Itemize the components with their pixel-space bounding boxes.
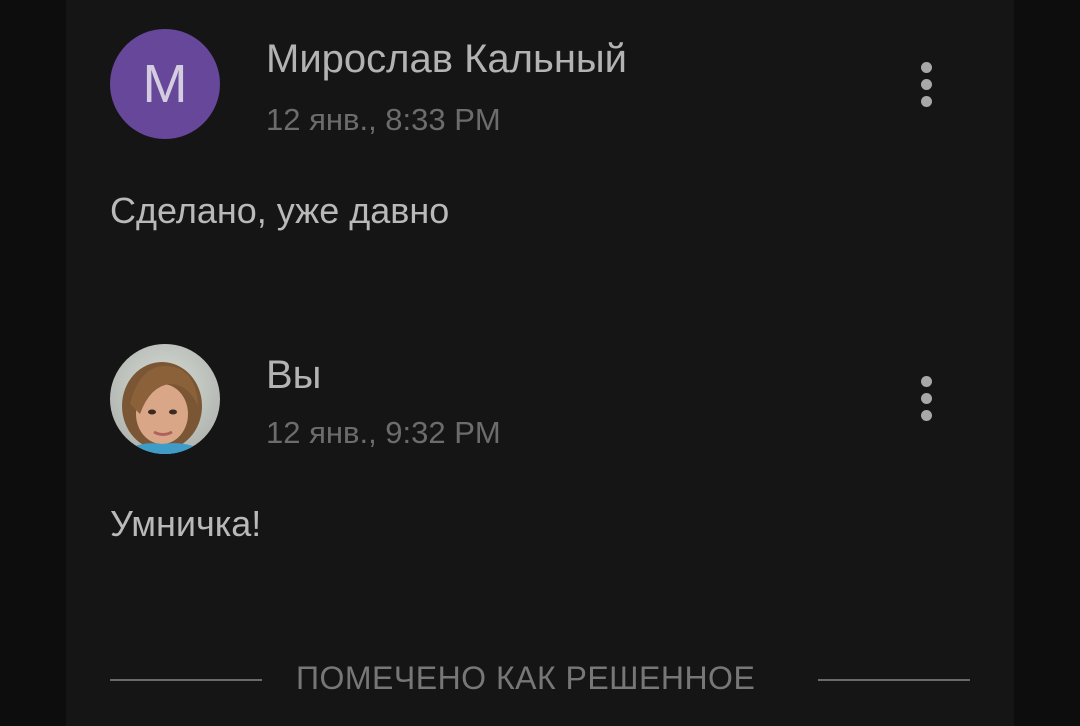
more-vert-icon[interactable] [906, 54, 946, 114]
more-vert-icon[interactable] [906, 368, 946, 428]
divider-line-left [110, 679, 262, 681]
comment-timestamp: 12 янв., 9:32 PM [266, 415, 501, 450]
avatar[interactable]: M [110, 29, 220, 139]
divider-line-right [818, 679, 970, 681]
comment-timestamp: 12 янв., 8:33 PM [266, 102, 501, 137]
resolved-status-label: ПОМЕЧЕНО КАК РЕШЕННОЕ [296, 660, 756, 696]
comment-author[interactable]: Вы [266, 353, 321, 398]
comments-page: M Мирослав Кальный 12 янв., 8:33 PM Сдел… [0, 0, 1080, 726]
comment-author[interactable]: Мирослав Кальный [266, 37, 627, 82]
avatar-letter: M [142, 54, 188, 114]
comment-text: Сделано, уже давно [110, 190, 450, 231]
comment-text: Умничка! [110, 503, 262, 544]
avatar[interactable] [110, 344, 220, 454]
